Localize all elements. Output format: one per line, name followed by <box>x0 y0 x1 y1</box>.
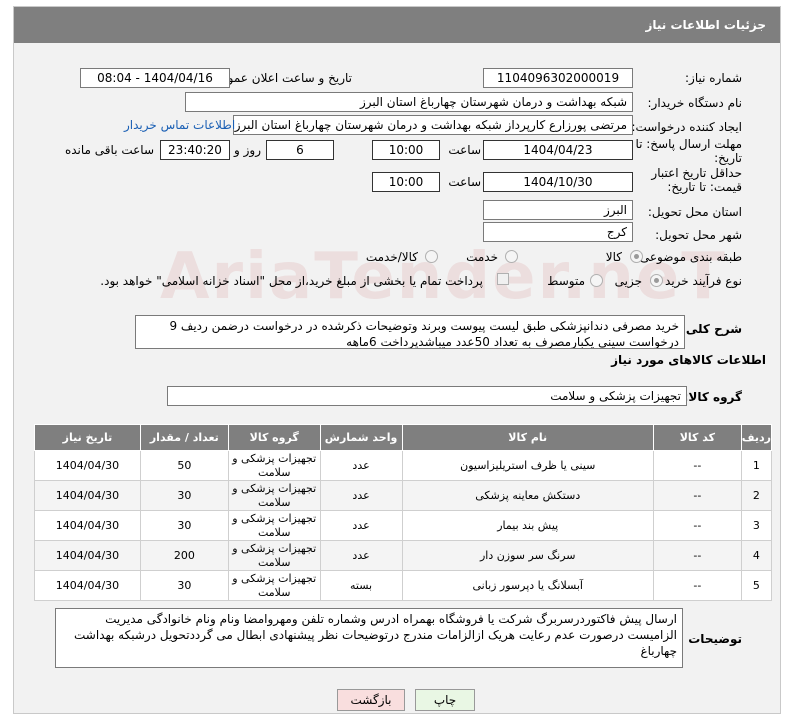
remaining-time-field: 23:40:20 <box>160 140 230 160</box>
category-goods-label: کالا <box>605 250 622 264</box>
item-group: تجهیزات پزشکی و سلامت <box>227 540 321 571</box>
item-name: سینی یا ظرف استریلیزاسیون <box>401 450 654 481</box>
buyer-org-label: نام دستگاه خریدار: <box>647 96 743 110</box>
item-name: سرنگ سر سوزن دار <box>401 540 654 571</box>
col-row-number: ردیف <box>740 424 773 451</box>
item-unit: عدد <box>319 480 403 511</box>
item-need-date: 1404/04/30 <box>34 510 141 541</box>
province-label: استان محل تحویل: <box>647 205 742 219</box>
remaining-label: ساعت باقی مانده <box>64 143 154 157</box>
category-service-label: خدمت <box>466 250 498 264</box>
col-need-date: تاریخ نیاز <box>34 424 141 451</box>
category-goods-service-radio[interactable] <box>425 250 438 263</box>
item-need-date: 1404/04/30 <box>34 540 141 571</box>
item-code: -- <box>652 540 742 571</box>
goods-group-field: تجهیزات پزشکی و سلامت <box>167 386 687 406</box>
deadline-label: مهلت ارسال پاسخ: تا تاریخ: <box>635 137 742 165</box>
table-header-row: ردیف کد کالا نام کالا واحد شمارش گروه کا… <box>34 424 773 451</box>
row-number: 5 <box>740 570 773 601</box>
category-service-radio[interactable] <box>505 250 518 263</box>
item-code: -- <box>652 450 742 481</box>
validity-time-label: ساعت <box>448 175 481 189</box>
item-unit: عدد <box>319 540 403 571</box>
treasury-checkbox[interactable] <box>497 273 509 285</box>
general-desc-field: خرید مصرفی دندانپزشکی طبق لیست پیوست وبر… <box>135 315 685 349</box>
buyer-contact-link[interactable]: اطلاعات تماس خریدار <box>124 118 235 132</box>
item-group: تجهیزات پزشکی و سلامت <box>227 570 321 601</box>
buyer-org-field: شبکه بهداشت و درمان شهرستان چهارباغ استا… <box>185 92 633 112</box>
requester-field: مرتضی پورزارع کارپرداز شبکه بهداشت و درم… <box>233 115 633 135</box>
category-label: طبقه بندی موضوعی: <box>635 250 742 264</box>
table-row: 1 -- سینی یا ظرف استریلیزاسیون عدد تجهیز… <box>34 450 773 481</box>
col-item-name: نام کالا <box>401 424 654 451</box>
process-label: نوع فرآیند خرید : <box>657 274 742 288</box>
col-item-code: کد کالا <box>652 424 742 451</box>
item-name: آبسلانگ یا دپرسور زبانی <box>401 570 654 601</box>
back-button[interactable]: بازگشت <box>337 689 405 711</box>
item-name: پیش بند بیمار <box>401 510 654 541</box>
buyer-notes-field: ارسال پیش فاکتوردرسربرگ شرکت یا فروشگاه … <box>55 608 683 668</box>
item-unit: عدد <box>319 510 403 541</box>
process-minor-label: جزیی <box>614 274 642 288</box>
item-quantity: 200 <box>139 540 229 571</box>
item-code: -- <box>652 480 742 511</box>
province-field: البرز <box>483 200 633 220</box>
item-group: تجهیزات پزشکی و سلامت <box>227 450 321 481</box>
days-field: 6 <box>266 140 334 160</box>
table-row: 4 -- سرنگ سر سوزن دار عدد تجهیزات پزشکی … <box>34 540 773 571</box>
row-number: 1 <box>740 450 773 481</box>
row-number: 2 <box>740 480 773 511</box>
category-goods-service-label: کالا/خدمت <box>365 250 418 264</box>
table-row: 5 -- آبسلانگ یا دپرسور زبانی بسته تجهیزا… <box>34 570 773 601</box>
print-button[interactable]: چاپ <box>415 689 475 711</box>
need-number-field: 1104096302000019 <box>483 68 633 88</box>
validity-date-field: 1404/10/30 <box>483 172 633 192</box>
process-minor-radio[interactable] <box>650 274 663 287</box>
items-table: ردیف کد کالا نام کالا واحد شمارش گروه کا… <box>34 424 773 601</box>
item-unit: بسته <box>319 570 403 601</box>
goods-group-label: گروه کالا: <box>683 390 742 404</box>
deadline-date-field: 1404/04/23 <box>483 140 633 160</box>
validity-label: حداقل تاریخ اعتبار قیمت: تا تاریخ: <box>651 166 742 194</box>
col-unit: واحد شمارش <box>319 424 403 451</box>
city-field: کرج <box>483 222 633 242</box>
table-row: 2 -- دستکش معاینه پزشکی عدد تجهیزات پزشک… <box>34 480 773 511</box>
panel-header: جزئیات اطلاعات نیاز <box>14 7 780 43</box>
item-quantity: 30 <box>139 480 229 511</box>
item-code: -- <box>652 570 742 601</box>
item-name: دستکش معاینه پزشکی <box>401 480 654 511</box>
announce-datetime-field: 1404/04/16 - 08:04 <box>80 68 230 88</box>
deadline-time-field: 10:00 <box>372 140 440 160</box>
item-quantity: 30 <box>139 510 229 541</box>
treasury-note: پرداخت تمام یا بخشی از مبلغ خرید،از محل … <box>100 274 483 288</box>
col-quantity: تعداد / مقدار <box>139 424 229 451</box>
item-quantity: 30 <box>139 570 229 601</box>
item-need-date: 1404/04/30 <box>34 570 141 601</box>
row-number: 3 <box>740 510 773 541</box>
row-number: 4 <box>740 540 773 571</box>
item-quantity: 50 <box>139 450 229 481</box>
requester-label: ایجاد کننده درخواست: <box>631 120 742 134</box>
goods-section-title: اطلاعات کالاهای مورد نیاز <box>611 353 766 367</box>
city-label: شهر محل تحویل: <box>655 228 742 242</box>
table-row: 3 -- پیش بند بیمار عدد تجهیزات پزشکی و س… <box>34 510 773 541</box>
process-medium-label: متوسط <box>547 274 585 288</box>
need-number-label: شماره نیاز: <box>685 71 742 85</box>
item-need-date: 1404/04/30 <box>34 480 141 511</box>
process-medium-radio[interactable] <box>590 274 603 287</box>
item-code: -- <box>652 510 742 541</box>
days-label: روز و <box>234 143 261 157</box>
validity-time-field: 10:00 <box>372 172 440 192</box>
item-need-date: 1404/04/30 <box>34 450 141 481</box>
deadline-time-label: ساعت <box>448 143 481 157</box>
item-group: تجهیزات پزشکی و سلامت <box>227 510 321 541</box>
category-goods-radio[interactable] <box>630 250 643 263</box>
item-unit: عدد <box>319 450 403 481</box>
item-group: تجهیزات پزشکی و سلامت <box>227 480 321 511</box>
col-item-group: گروه کالا <box>227 424 321 451</box>
